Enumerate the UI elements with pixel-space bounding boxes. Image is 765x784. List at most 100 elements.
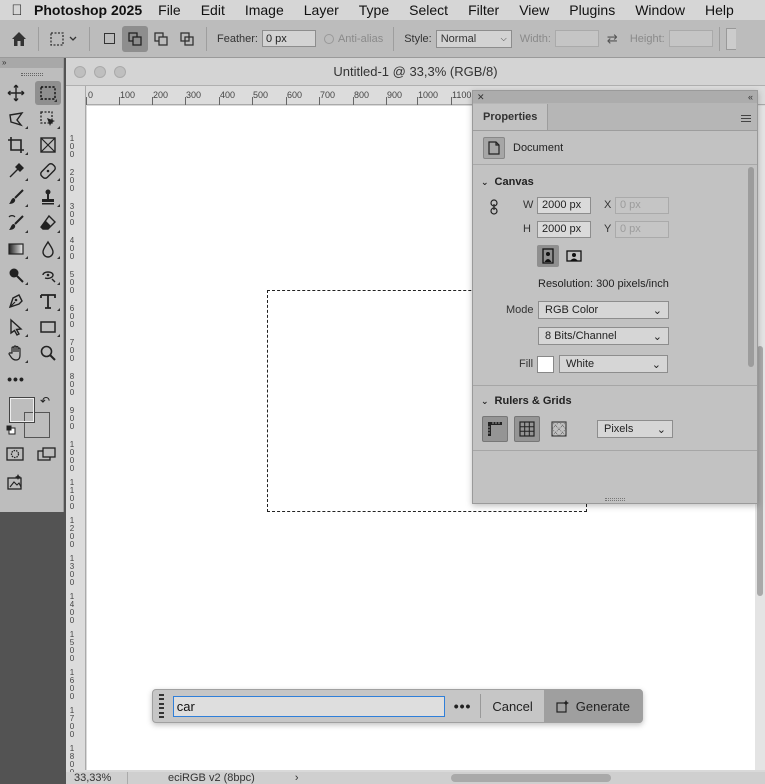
menu-filter[interactable]: Filter bbox=[468, 2, 499, 18]
eraser-tool-icon[interactable] bbox=[32, 210, 64, 236]
panel-header[interactable]: ✕ « bbox=[473, 91, 757, 103]
new-selection-icon[interactable] bbox=[96, 26, 122, 52]
panel-menu-icon[interactable] bbox=[741, 115, 751, 122]
subtract-from-selection-icon[interactable] bbox=[148, 26, 174, 52]
feather-input[interactable] bbox=[261, 30, 316, 47]
brush-tool-icon[interactable] bbox=[0, 184, 32, 210]
home-icon[interactable] bbox=[6, 26, 32, 52]
select-and-mask-button[interactable] bbox=[725, 27, 736, 50]
add-to-selection-icon[interactable] bbox=[122, 25, 148, 52]
menu-image[interactable]: Image bbox=[245, 2, 284, 18]
color-mode-select[interactable]: RGB Color ⌄ bbox=[538, 301, 669, 319]
cancel-button[interactable]: Cancel bbox=[481, 699, 543, 714]
quick-mask-icon[interactable] bbox=[6, 446, 24, 464]
rulers-grids-section-header[interactable]: ⌄ Rulers & Grids bbox=[473, 390, 757, 412]
tool-flyout-indicator bbox=[57, 282, 60, 285]
panel-resize-handle[interactable] bbox=[473, 495, 757, 503]
collapse-panel-icon[interactable]: « bbox=[748, 92, 753, 102]
path-selection-tool-icon[interactable] bbox=[0, 314, 32, 340]
generative-fill-brush-icon[interactable] bbox=[32, 262, 64, 288]
frame-tool-icon[interactable] bbox=[32, 132, 64, 158]
crop-tool-icon[interactable] bbox=[0, 132, 32, 158]
ruler-label: 1 1 0 0 bbox=[69, 478, 75, 511]
fill-select[interactable]: White ⌄ bbox=[559, 355, 668, 373]
hand-tool-icon[interactable] bbox=[0, 340, 32, 366]
document-titlebar[interactable]: Untitled-1 @ 33,3% (RGB/8) bbox=[66, 58, 765, 86]
generative-prompt-input[interactable] bbox=[172, 695, 445, 717]
menu-plugins[interactable]: Plugins bbox=[569, 2, 615, 18]
y-label: Y bbox=[604, 223, 612, 235]
ruler-units-select[interactable]: Pixels ⌄ bbox=[597, 420, 673, 438]
vertical-ruler[interactable]: 1 0 0 2 0 0 3 0 0 4 0 0 5 0 0 6 0 0 7 0 … bbox=[66, 105, 86, 777]
clone-stamp-tool-icon[interactable] bbox=[32, 184, 64, 210]
generate-image-icon[interactable] bbox=[6, 473, 24, 494]
generate-button[interactable]: Generate bbox=[543, 689, 642, 723]
fill-color-swatch[interactable] bbox=[537, 355, 554, 373]
intersect-selection-icon[interactable] bbox=[174, 26, 200, 52]
menu-help[interactable]: Help bbox=[705, 2, 734, 18]
lasso-tool-icon[interactable] bbox=[0, 106, 32, 132]
menu-app-name[interactable]: Photoshop 2025 bbox=[34, 2, 142, 18]
rectangle-tool-icon[interactable] bbox=[32, 314, 64, 340]
panel-grip[interactable] bbox=[0, 68, 63, 80]
menu-select[interactable]: Select bbox=[409, 2, 448, 18]
close-panel-icon[interactable]: ✕ bbox=[477, 92, 485, 103]
bit-depth-select[interactable]: 8 Bits/Channel ⌄ bbox=[538, 327, 669, 345]
menu-view[interactable]: View bbox=[519, 2, 549, 18]
rectangular-marquee-tool-icon[interactable] bbox=[35, 81, 61, 105]
panel-collapse-icon[interactable]: » bbox=[0, 58, 63, 68]
zoom-level[interactable]: 33,33% bbox=[66, 772, 128, 784]
canvas-height-input[interactable]: 2000 px bbox=[537, 220, 591, 238]
pixel-grid-toggle-icon[interactable] bbox=[546, 416, 572, 442]
drag-handle-icon[interactable] bbox=[155, 694, 169, 718]
menu-type[interactable]: Type bbox=[359, 2, 389, 18]
move-tool-icon[interactable] bbox=[0, 80, 32, 106]
default-colors-icon[interactable] bbox=[6, 424, 16, 435]
menu-edit[interactable]: Edit bbox=[201, 2, 225, 18]
type-tool-icon[interactable] bbox=[32, 288, 64, 314]
eyedropper-tool-icon[interactable] bbox=[0, 158, 32, 184]
blur-tool-icon[interactable] bbox=[32, 236, 64, 262]
tool-preset-picker[interactable] bbox=[45, 26, 83, 52]
more-options-button[interactable]: ••• bbox=[445, 698, 480, 714]
edit-toolbar-icon[interactable]: ••• bbox=[0, 366, 32, 392]
pen-tool-icon[interactable] bbox=[0, 288, 32, 314]
landscape-orientation-icon[interactable] bbox=[563, 245, 585, 267]
screen-mode-icon[interactable] bbox=[37, 446, 57, 464]
style-select[interactable]: Normal ⌵ bbox=[435, 29, 512, 48]
apple-icon[interactable]:  bbox=[0, 2, 34, 19]
status-menu-button[interactable]: › bbox=[295, 772, 299, 784]
rulers-toggle-icon[interactable] bbox=[482, 416, 508, 442]
height-label: Height: bbox=[629, 32, 665, 45]
width-input[interactable] bbox=[554, 30, 599, 47]
menu-layer[interactable]: Layer bbox=[304, 2, 339, 18]
spot-healing-brush-icon[interactable] bbox=[32, 158, 64, 184]
history-brush-tool-icon[interactable] bbox=[0, 210, 32, 236]
chevron-down-icon: ⌄ bbox=[651, 358, 661, 371]
canvas-x-input[interactable]: 0 px bbox=[615, 196, 669, 214]
menu-file[interactable]: File bbox=[158, 2, 181, 18]
gradient-tool-icon[interactable] bbox=[0, 236, 32, 262]
canvas-width-input[interactable]: 2000 px bbox=[537, 196, 591, 214]
portrait-orientation-icon[interactable] bbox=[537, 245, 559, 267]
object-selection-tool-icon[interactable] bbox=[32, 106, 64, 132]
tab-properties[interactable]: Properties bbox=[473, 104, 549, 130]
horizontal-scrollbar-thumb[interactable] bbox=[451, 774, 611, 782]
antialias-checkbox[interactable] bbox=[323, 33, 334, 44]
swap-colors-icon[interactable]: ↶ bbox=[40, 394, 50, 408]
canvas-y-input[interactable]: 0 px bbox=[615, 220, 669, 238]
swap-icon[interactable]: ⇄ bbox=[607, 31, 618, 47]
ruler-tick bbox=[319, 97, 320, 105]
ruler-label: 100 bbox=[120, 90, 136, 100]
properties-scrollbar-thumb[interactable] bbox=[748, 167, 754, 367]
height-input[interactable] bbox=[668, 30, 713, 47]
ruler-origin[interactable] bbox=[66, 86, 86, 105]
link-icon[interactable] bbox=[489, 199, 499, 218]
zoom-tool-icon[interactable] bbox=[32, 340, 64, 366]
canvas-section-header[interactable]: ⌄ Canvas bbox=[473, 171, 757, 193]
foreground-color-swatch[interactable] bbox=[9, 397, 35, 423]
color-swatches: ↶ bbox=[0, 392, 63, 438]
menu-window[interactable]: Window bbox=[635, 2, 685, 18]
grid-toggle-icon[interactable] bbox=[514, 416, 540, 442]
dodge-tool-icon[interactable] bbox=[0, 262, 32, 288]
